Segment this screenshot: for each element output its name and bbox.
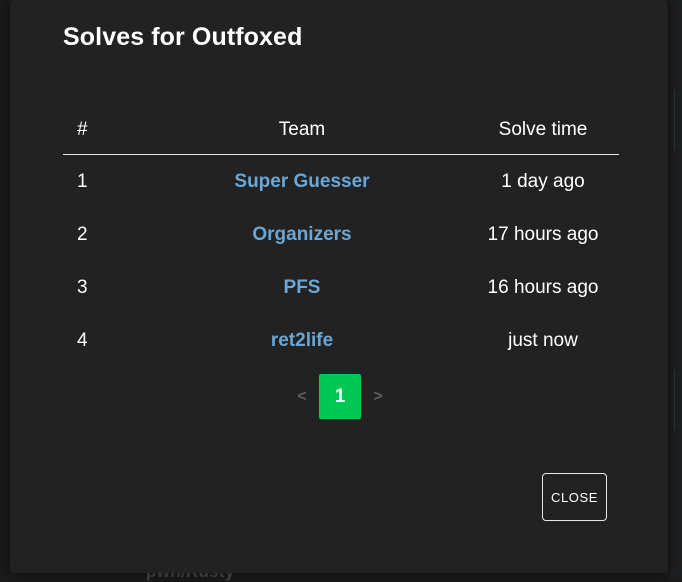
team-link[interactable]: ret2life	[271, 330, 333, 351]
table-row: 4 ret2life just now	[63, 314, 619, 367]
team-link[interactable]: PFS	[284, 277, 321, 298]
solve-time-cell: 16 hours ago	[487, 276, 599, 298]
team-cell: Organizers	[137, 208, 467, 261]
team-link[interactable]: Super Guesser	[234, 171, 369, 192]
header-solve-time: Solve time	[467, 106, 619, 155]
team-cell: Super Guesser	[137, 155, 467, 209]
table-row: 2 Organizers 17 hours ago	[63, 208, 619, 261]
rank-cell: 3	[77, 276, 88, 298]
previous-page-button[interactable]: <	[285, 388, 319, 406]
table-header-row: # Team Solve time	[63, 106, 619, 155]
solve-time-cell: 1 day ago	[501, 170, 585, 192]
background-page-edge	[670, 0, 682, 579]
header-rank: #	[63, 106, 137, 155]
table-row: 3 PFS 16 hours ago	[63, 261, 619, 314]
page-1-button[interactable]: 1	[319, 374, 361, 419]
pagination: < 1 >	[285, 374, 395, 419]
header-team: Team	[137, 106, 467, 155]
background-divider	[674, 90, 675, 150]
table-row: 1 Super Guesser 1 day ago	[63, 155, 619, 209]
team-cell: PFS	[137, 261, 467, 314]
solves-table: # Team Solve time 1 Super Guesser 1 day …	[63, 106, 619, 367]
solve-time-cell: 17 hours ago	[487, 223, 599, 245]
close-button[interactable]: CLOSE	[542, 473, 607, 521]
team-link[interactable]: Organizers	[252, 224, 351, 245]
background-divider	[674, 370, 675, 430]
rank-cell: 1	[77, 170, 88, 192]
rank-cell: 4	[77, 329, 88, 351]
team-cell: ret2life	[137, 314, 467, 367]
solves-modal: Solves for Outfoxed # Team Solve time 1 …	[10, 0, 668, 573]
next-page-button[interactable]: >	[361, 388, 395, 406]
rank-cell: 2	[77, 223, 88, 245]
solve-time-cell: just now	[508, 329, 578, 351]
modal-title: Solves for Outfoxed	[63, 23, 303, 51]
